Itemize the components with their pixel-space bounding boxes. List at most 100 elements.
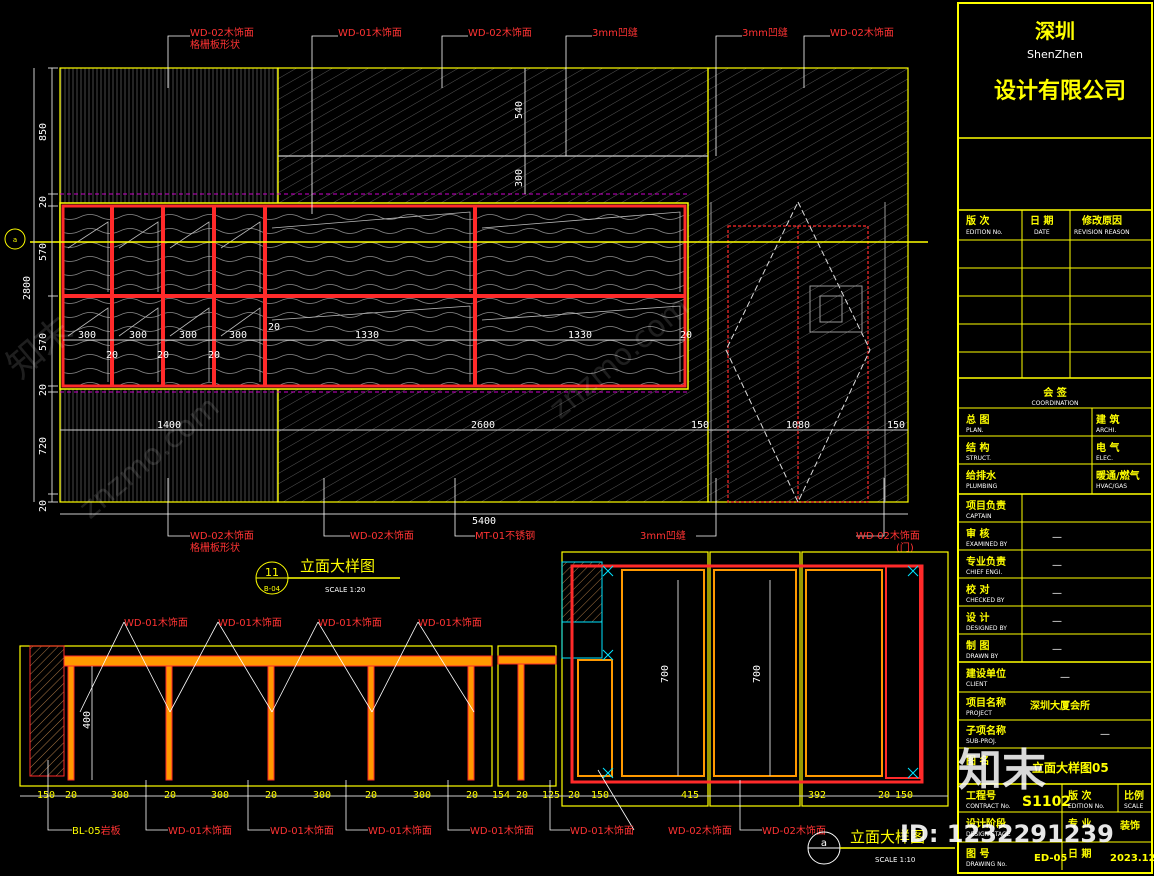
svg-text:415: 415 (681, 790, 699, 801)
svg-text:20: 20 (208, 350, 220, 361)
svg-text:EDITION No.: EDITION No. (966, 229, 1003, 236)
svg-text:比例: 比例 (1124, 789, 1144, 802)
bubble-number: 11 (265, 566, 279, 579)
detail-callout-bottom-1: BL-05岩板 (72, 824, 121, 837)
svg-text:20: 20 (365, 790, 377, 801)
svg-text:CAPTAIN: CAPTAIN (966, 513, 991, 520)
callout-top-4: 3mm凹缝 (592, 26, 638, 39)
detail-callout-top-3: WD-01木饰面 (318, 616, 382, 629)
svg-text:日 期: 日 期 (1068, 847, 1091, 860)
svg-text:EXAMINED BY: EXAMINED BY (966, 541, 1008, 548)
svg-text:建 筑: 建 筑 (1095, 413, 1119, 426)
svg-text:电 气: 电 气 (1096, 441, 1119, 454)
company-city-en: ShenZhen (1027, 48, 1083, 61)
svg-text:1330: 1330 (568, 330, 592, 341)
callout-top-5: 3mm凹缝 (742, 26, 788, 39)
svg-text:20: 20 (680, 330, 692, 341)
svg-text:150: 150 (591, 790, 609, 801)
svg-text:—: — (1100, 729, 1110, 740)
svg-text:300: 300 (129, 330, 147, 341)
project-value: 深圳大厦会所 (1030, 699, 1090, 712)
title-block: 深圳 ShenZhen 设计有限公司 版 次 EDITION No. 日 期 D… (957, 2, 1154, 874)
svg-text:125: 125 (542, 790, 560, 801)
svg-text:版 次: 版 次 (1068, 789, 1091, 802)
svg-text:392: 392 (808, 790, 826, 801)
callout-top-2: WD-01木饰面 (338, 26, 402, 39)
svg-text:2600: 2600 (471, 420, 495, 431)
svg-text:20: 20 (65, 790, 77, 801)
svg-text:20: 20 (878, 790, 890, 801)
elevation-title: 11 B-04 立面大样图 SCALE 1:20 (255, 557, 400, 595)
svg-text:20: 20 (164, 790, 176, 801)
drawing-date: 2023.12 (1110, 853, 1154, 864)
svg-text:20: 20 (568, 790, 580, 801)
svg-text:给排水: 给排水 (966, 469, 997, 482)
detail-bottom-leaders (47, 760, 762, 831)
svg-text:审 核: 审 核 (966, 527, 989, 540)
svg-text:20: 20 (38, 384, 49, 396)
detail-top-leaders (79, 621, 475, 713)
svg-text:DRAWN BY: DRAWN BY (966, 653, 998, 660)
svg-text:570: 570 (38, 243, 49, 261)
section-marker-label: a (13, 236, 17, 244)
svg-text:300: 300 (111, 790, 129, 801)
svg-text:格栅板形状: 格栅板形状 (190, 38, 240, 51)
svg-text:850: 850 (38, 123, 49, 141)
detail-callout-bottom-5: WD-01木饰面 (470, 824, 534, 837)
signature-table: 项目负责 CAPTAIN 审 核 EXAMINED BY — 专业负责 CHIE… (958, 494, 1152, 663)
svg-text:装饰: 装饰 (1119, 819, 1140, 832)
drawing-number: ED-05 (1034, 853, 1067, 864)
stone-slab (29, 645, 65, 777)
svg-text:20: 20 (157, 350, 169, 361)
watermark-brand: 知末 (958, 745, 1046, 796)
detail-callout-bottom-8: WD-02木饰面 (762, 824, 826, 837)
svg-text:—: — (1052, 532, 1062, 543)
contract-number: S1102 (1022, 794, 1071, 810)
svg-text:格栅板形状: 格栅板形状 (190, 541, 240, 554)
top-board (63, 655, 493, 667)
callout-bottom-4: 3mm凹缝 (640, 529, 686, 542)
rev-header-reason: 修改原因 (1081, 214, 1122, 227)
svg-text:—: — (1052, 616, 1062, 627)
svg-text:STRUCT.: STRUCT. (966, 455, 991, 462)
detail-callout-bottom-2: WD-01木饰面 (168, 824, 232, 837)
watermark-id: ID: 1232291239 (900, 820, 1114, 848)
svg-text:DESIGNED BY: DESIGNED BY (966, 625, 1007, 632)
svg-text:PLAN.: PLAN. (966, 427, 984, 434)
svg-text:—: — (1052, 560, 1062, 571)
callout-top-1: WD-02木饰面 (190, 26, 254, 39)
cad-drawing-sheet: 深圳 ShenZhen 设计有限公司 版 次 EDITION No. 日 期 D… (0, 2, 1154, 874)
svg-text:20: 20 (268, 322, 280, 333)
company-name: 设计有限公司 (994, 78, 1126, 104)
svg-text:300: 300 (413, 790, 431, 801)
svg-text:CHECKED BY: CHECKED BY (966, 597, 1005, 604)
svg-text:300: 300 (179, 330, 197, 341)
svg-text:—: — (1052, 588, 1062, 599)
svg-text:20: 20 (265, 790, 277, 801)
svg-text:720: 720 (38, 437, 49, 455)
company-city-cn: 深圳 (1035, 19, 1075, 43)
total-width-dim: 5400 (472, 516, 496, 527)
svg-text:20: 20 (516, 790, 528, 801)
svg-text:—: — (1060, 672, 1070, 683)
callout-top-3: WD-02木饰面 (468, 26, 532, 39)
detail-callout-bottom-6: WD-01木饰面 (570, 824, 634, 837)
svg-text:150: 150 (895, 790, 913, 801)
svg-text:制 图: 制 图 (966, 639, 989, 652)
svg-text:PLUMBING: PLUMBING (966, 483, 998, 490)
svg-text:CONTRACT No.: CONTRACT No. (966, 803, 1011, 810)
svg-text:项目名称: 项目名称 (966, 696, 1006, 709)
svg-text:20: 20 (38, 500, 49, 512)
svg-text:150: 150 (887, 420, 905, 431)
svg-text:300: 300 (229, 330, 247, 341)
svg-text:150: 150 (691, 420, 709, 431)
main-elevation: a 850 20 570 2800 570 20 720 20 540 300 (4, 26, 928, 595)
rev-header-date: 日 期 (1030, 214, 1053, 227)
callout-bottom-2: WD-02木饰面 (350, 529, 414, 542)
svg-text:150: 150 (37, 790, 55, 801)
svg-text:会 签: 会 签 (1043, 386, 1067, 399)
svg-text:暖通/燃气: 暖通/燃气 (1096, 469, 1140, 482)
svg-text:总 图: 总 图 (966, 413, 989, 426)
elevation-scale: SCALE 1:20 (325, 586, 365, 594)
svg-text:154: 154 (492, 790, 510, 801)
